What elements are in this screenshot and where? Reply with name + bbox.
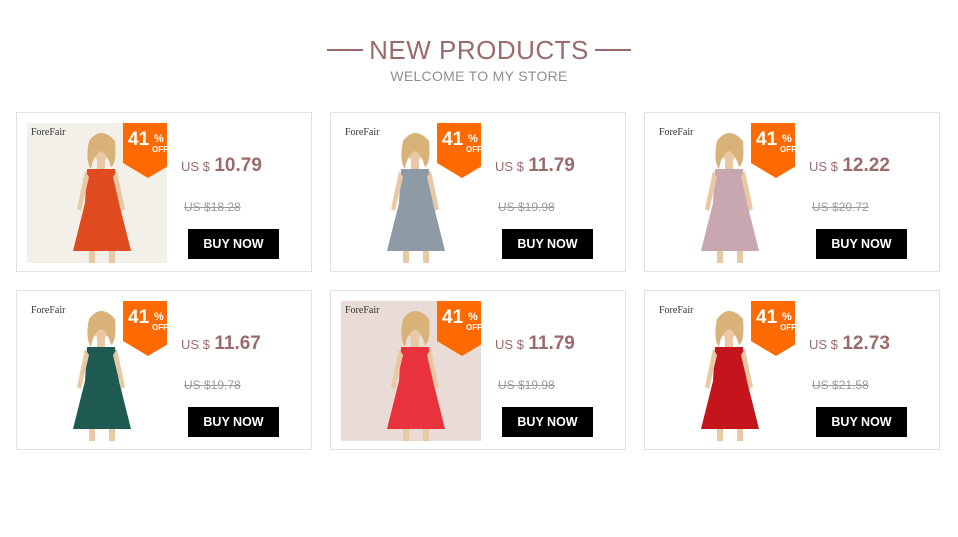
discount-badge: 41 % OFF [437,301,481,356]
price-currency: US $ [495,159,524,174]
brand-logo: ForeFair [31,127,66,138]
price-value: 11.79 [528,155,575,176]
section-header: NEW PRODUCTS WELCOME TO MY STORE [0,34,958,84]
page-subtitle: WELCOME TO MY STORE [390,68,568,84]
product-photo[interactable]: ForeFair 41 % OFF [27,123,167,263]
current-price: US $ 11.67 [181,333,261,355]
price-currency: US $ [181,337,210,352]
discount-percent-sign: % [468,311,478,323]
original-price: US $18.28 [184,200,241,214]
product-photo[interactable]: ForeFair 41 % OFF [341,301,481,441]
product-photo[interactable]: ForeFair 41 % OFF [655,301,795,441]
price-value: 11.67 [214,333,261,354]
product-card[interactable]: ForeFair 41 % OFF US $ 11.79 US $19.98 B… [330,112,626,272]
price-value: 11.79 [528,333,575,354]
brand-logo: ForeFair [345,127,380,138]
buy-now-button[interactable]: BUY NOW [816,407,907,437]
discount-percent-sign: % [782,133,792,145]
discount-off-label: OFF [466,323,481,332]
product-photo[interactable]: ForeFair 41 % OFF [655,123,795,263]
price-currency: US $ [495,337,524,352]
discount-percent-sign: % [782,311,792,323]
discount-value: 41 [442,307,464,328]
discount-value: 41 [442,129,464,150]
price-currency: US $ [809,337,838,352]
discount-badge: 41 % OFF [437,123,481,178]
buy-now-button[interactable]: BUY NOW [816,229,907,259]
title-left-rule [327,49,364,51]
discount-badge: 41 % OFF [751,123,795,178]
buy-now-button[interactable]: BUY NOW [502,229,593,259]
title-right-rule [594,49,631,51]
discount-off-label: OFF [152,323,167,332]
product-card[interactable]: ForeFair 41 % OFF US $ 12.22 US $20.72 B… [644,112,940,272]
original-price: US $21.58 [812,378,869,392]
brand-logo: ForeFair [31,305,66,316]
price-currency: US $ [181,159,210,174]
current-price: US $ 11.79 [495,155,575,177]
original-price: US $19.98 [498,378,555,392]
price-value: 12.22 [842,155,890,176]
product-photo[interactable]: ForeFair 41 % OFF [341,123,481,263]
buy-now-button[interactable]: BUY NOW [502,407,593,437]
page-title: NEW PRODUCTS [369,35,589,65]
discount-off-label: OFF [780,145,795,154]
original-price: US $19.78 [184,378,241,392]
price-currency: US $ [809,159,838,174]
discount-percent-sign: % [154,311,164,323]
discount-badge: 41 % OFF [123,301,167,356]
original-price: US $19.98 [498,200,555,214]
price-value: 12.73 [842,333,890,354]
brand-logo: ForeFair [345,305,380,316]
current-price: US $ 12.22 [809,155,890,177]
discount-badge: 41 % OFF [123,123,167,178]
discount-value: 41 [128,129,150,150]
brand-logo: ForeFair [659,305,694,316]
discount-value: 41 [756,129,778,150]
title-row: NEW PRODUCTS [0,34,958,66]
current-price: US $ 12.73 [809,333,890,355]
price-value: 10.79 [214,155,262,176]
product-card[interactable]: ForeFair 41 % OFF US $ 10.79 US $18.28 B… [16,112,312,272]
discount-off-label: OFF [780,323,795,332]
discount-off-label: OFF [466,145,481,154]
discount-value: 41 [128,307,150,328]
current-price: US $ 11.79 [495,333,575,355]
buy-now-button[interactable]: BUY NOW [188,407,279,437]
original-price: US $20.72 [812,200,869,214]
brand-logo: ForeFair [659,127,694,138]
discount-percent-sign: % [154,133,164,145]
discount-percent-sign: % [468,133,478,145]
product-photo[interactable]: ForeFair 41 % OFF [27,301,167,441]
product-card[interactable]: ForeFair 41 % OFF US $ 11.79 US $19.98 B… [330,290,626,450]
discount-value: 41 [756,307,778,328]
discount-badge: 41 % OFF [751,301,795,356]
product-card[interactable]: ForeFair 41 % OFF US $ 12.73 US $21.58 B… [644,290,940,450]
product-card[interactable]: ForeFair 41 % OFF US $ 11.67 US $19.78 B… [16,290,312,450]
current-price: US $ 10.79 [181,155,262,177]
discount-off-label: OFF [152,145,167,154]
buy-now-button[interactable]: BUY NOW [188,229,279,259]
